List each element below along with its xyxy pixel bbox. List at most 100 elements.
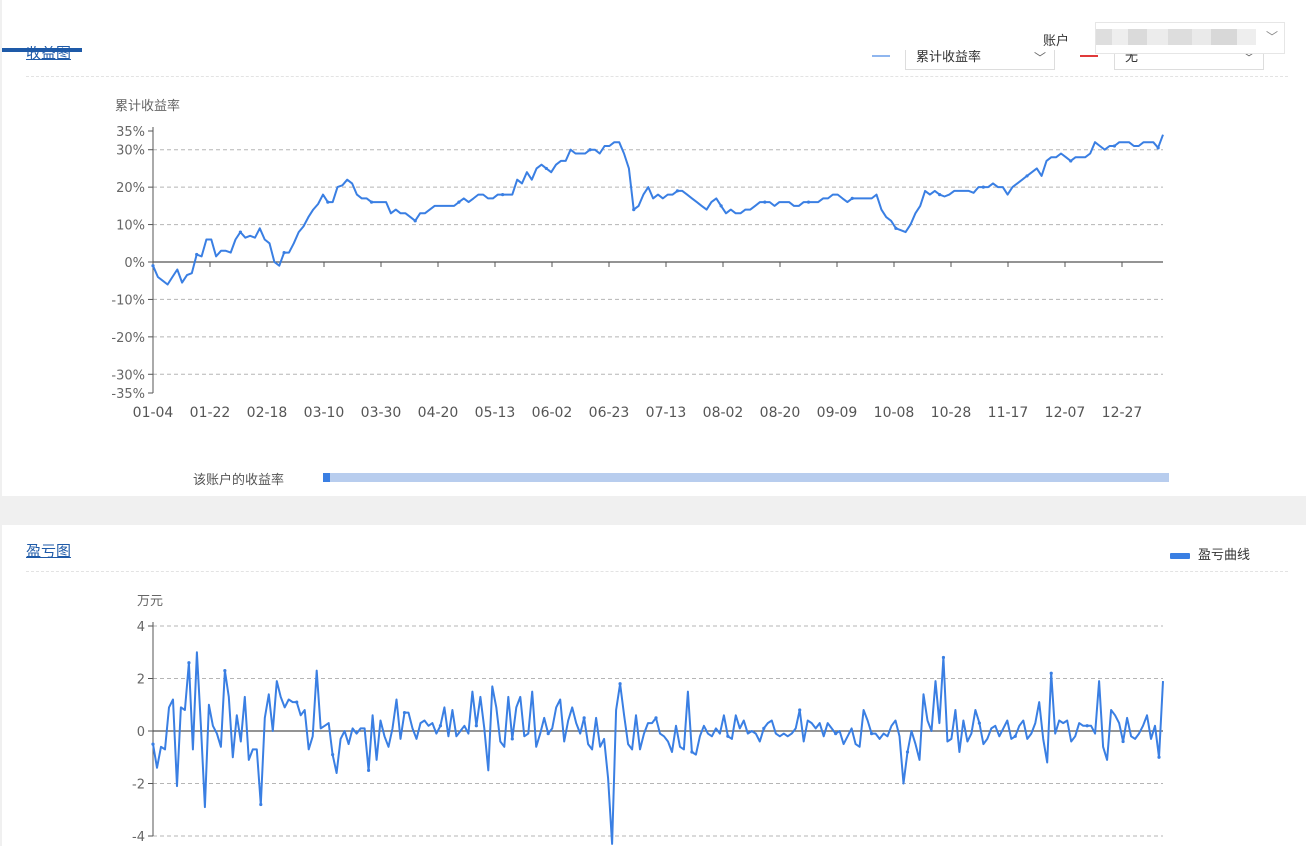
x-tick-label: 04-20 [418,405,459,421]
series-point [588,148,592,152]
y-tick-label: 0 [137,725,145,740]
series-point [938,193,942,197]
x-tick-label: 08-02 [703,405,744,421]
x-tick-label: 07-13 [646,405,687,421]
series-point [366,768,371,772]
series-point [457,200,461,204]
series-point [869,732,874,736]
series-point [690,750,694,754]
series-point [402,711,407,715]
series-point [1013,734,1017,738]
y-tick-label: 30% [116,144,145,159]
x-tick-label: 12-27 [1102,405,1143,421]
series-point [223,669,227,673]
series-point [282,251,286,255]
series-point [894,226,898,230]
series-point [195,252,199,257]
y-tick-label: -35% [111,387,145,402]
profit-loss-chart: 万元 -4 -2 0 2 4 [132,594,1164,845]
y-tick-label: -30% [111,368,145,383]
y-tick-label: 20% [116,181,145,196]
y-tick-label: -4 [132,830,145,845]
series-point [501,193,505,197]
series-point [187,661,191,665]
series-point [806,200,811,204]
series-point [905,750,910,754]
series-point [941,655,946,660]
series-point [763,200,767,204]
series-point [618,682,622,686]
zoom-slider-track[interactable] [323,473,1169,482]
x-tick-label: 06-23 [589,405,630,421]
x-tick-label: 03-10 [304,405,345,421]
account-value-masked [1096,29,1256,45]
returns-panel: 收益图 累计收益率 ﹀ 无 ﹀ 累计收益率 -35% -30% -20% -10% 0% 1… [2,0,1306,496]
series-point [1085,724,1089,728]
y-tick-label: 2 [137,673,145,688]
series-point [632,208,636,212]
y-tick-label: -20% [111,331,145,346]
y-axis-title: 累计收益率 [115,98,180,114]
y-tick-label: -10% [111,293,145,308]
x-tick-label: 08-20 [760,405,801,421]
x-tick-label: 03-30 [361,405,402,421]
x-tick-label: 02-18 [247,405,288,421]
profit-loss-legend[interactable]: 盈亏曲线 [1170,544,1250,563]
y-tick-label: 4 [137,620,145,635]
series-point [981,185,985,189]
chevron-down-icon: ﹀ [1265,30,1278,44]
series-point [719,204,723,208]
series-point [726,734,730,738]
cumulative-return-chart: 累计收益率 -35% -30% -20% -10% 0% 10% 20% 30% 35% 01-04… [111,98,1164,421]
series-line [152,651,1164,845]
x-tick-label: 09-09 [817,405,858,421]
series-point [474,724,478,728]
series-point [326,200,330,204]
series-point [546,732,550,736]
series-point [675,189,680,193]
x-tick-label: 10-28 [931,405,972,421]
series-point [977,721,981,725]
x-tick-label: 01-04 [133,405,174,421]
y-tick-label: -2 [132,778,145,793]
legend-label: 盈亏曲线 [1198,548,1251,563]
series-point [1025,174,1029,178]
series-point [1112,144,1117,148]
series-point [1157,755,1161,759]
series-point [238,230,243,234]
x-tick-label: 05-13 [475,405,516,421]
series-point [1049,671,1053,675]
y-tick-label: 35% [116,125,145,140]
series-point [1069,159,1073,163]
series-point [151,264,155,268]
zoom-slider-handle[interactable] [323,473,330,482]
series-point [1156,146,1160,150]
series-point [438,724,443,728]
series-point [369,200,374,204]
x-tick-label: 10-08 [874,405,915,421]
series-point [762,726,766,730]
zoom-slider-label: 该账户的收益率 [193,473,285,488]
x-tick-label: 01-22 [190,405,231,421]
legend-swatch [1170,552,1190,559]
y-tick-label: 0% [124,256,145,271]
series-point [295,700,299,704]
series-point [544,166,548,171]
x-tick-label: 06-02 [532,405,573,421]
y-tick-label: 10% [116,219,145,234]
profit-loss-panel: 盈亏图 万元 -4 -2 0 2 4 [2,525,1306,846]
account-select[interactable]: ﹀ [1095,22,1285,54]
series-point [1121,739,1125,744]
series-point [582,716,586,720]
series-point [151,742,155,746]
series-point [331,753,335,757]
series-point [654,716,658,720]
y-axis-title: 万元 [137,594,163,609]
series-point [413,219,417,223]
series-point [259,802,263,807]
series-point [850,196,854,200]
account-label: 账户 [1043,34,1070,49]
x-tick-label: 11-17 [988,405,1029,421]
series-point [834,732,838,736]
series-point [798,708,802,712]
